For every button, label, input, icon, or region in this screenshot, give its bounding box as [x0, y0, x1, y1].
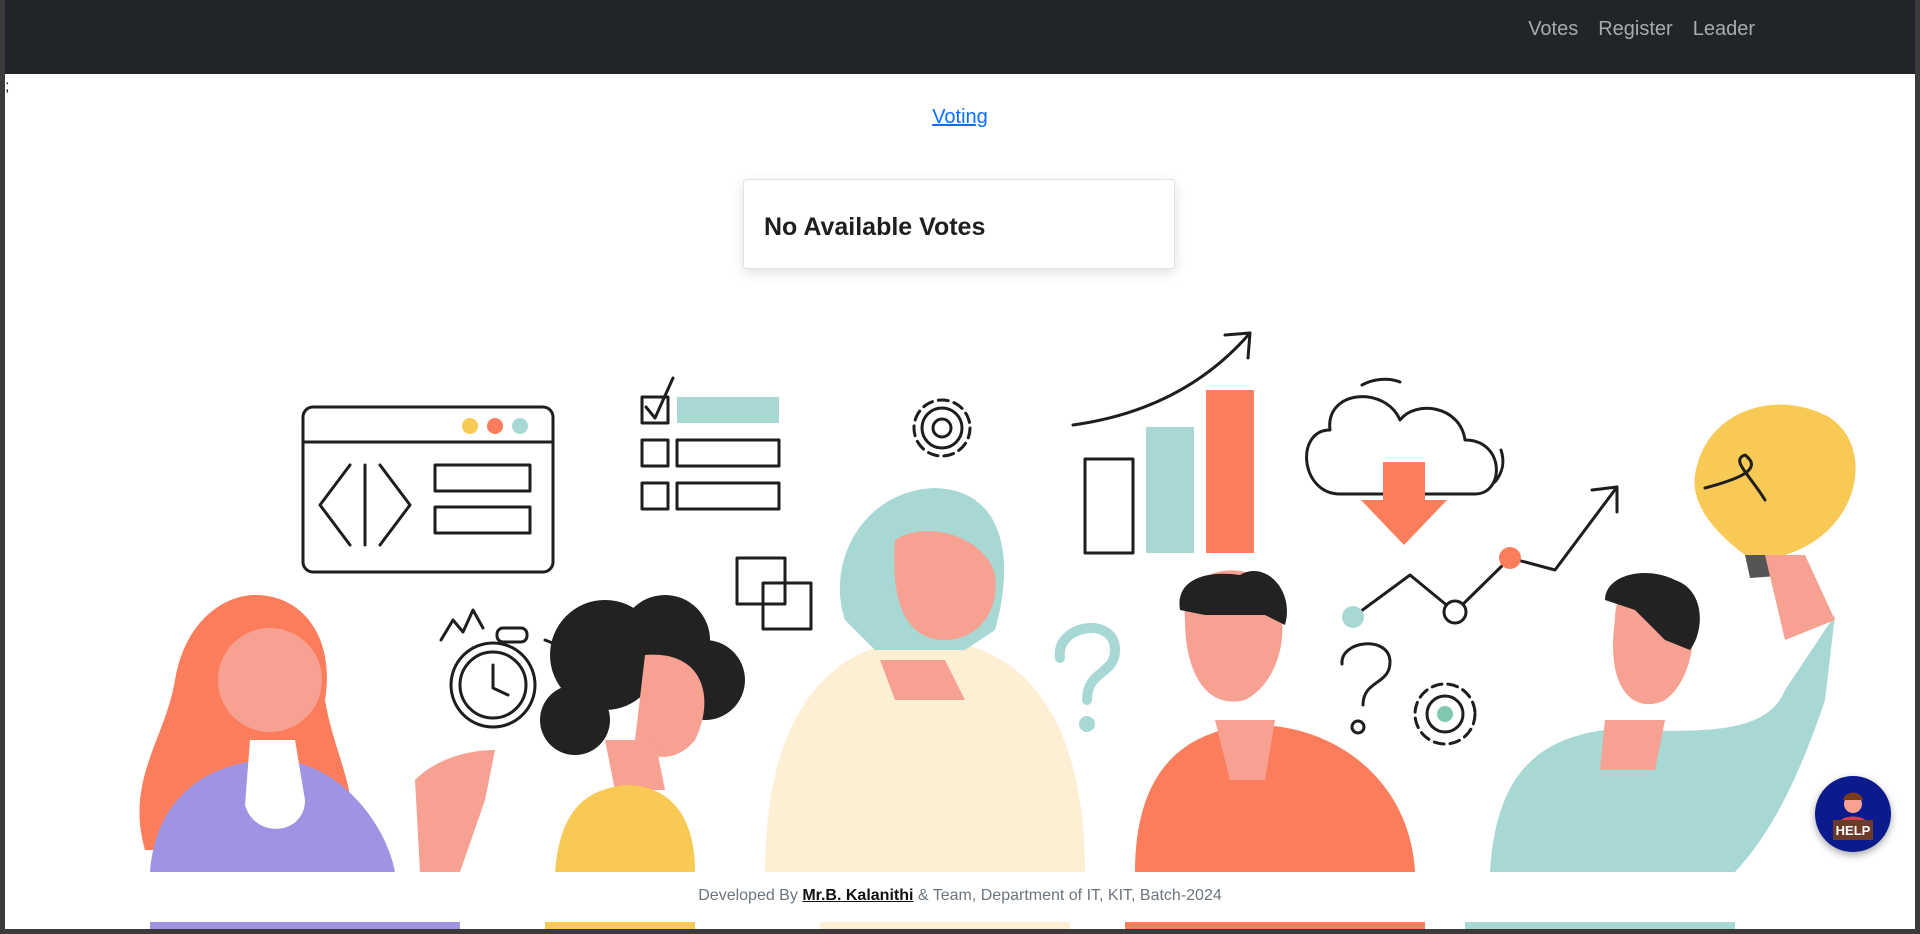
nav-link-register[interactable]: Register [1598, 16, 1672, 42]
team-illustration [5, 331, 1915, 929]
nav-link-votes[interactable]: Votes [1528, 16, 1578, 42]
gear-icon [912, 398, 972, 458]
card-title: No Available Votes [764, 213, 986, 241]
stray-text: ; [5, 78, 10, 95]
help-icon [1833, 792, 1873, 840]
help-button[interactable]: HELP [1815, 776, 1891, 852]
checklist-icon [640, 376, 781, 511]
no-votes-card: No Available Votes [743, 179, 1175, 269]
nav-link-leader[interactable]: Leader [1693, 16, 1755, 42]
bar-chart-icon [1071, 331, 1254, 555]
page: Votes Register Leader ; Voting No Availa… [5, 0, 1915, 929]
bottom-strip [150, 922, 1735, 929]
footer: Developed By Mr.B. Kalanithi & Team, Dep… [5, 887, 1915, 905]
cloud-download-icon [1305, 377, 1505, 545]
lightbulb-icon [1694, 404, 1856, 578]
footer-suffix: & Team, Department of IT, KIT, Batch-202… [917, 887, 1222, 904]
code-window-icon [301, 405, 555, 574]
footer-prefix: Developed By [698, 887, 798, 904]
voting-link[interactable]: Voting [5, 106, 1915, 129]
nav-links: Votes Register Leader [1528, 16, 1755, 42]
help-label: HELP [1835, 823, 1871, 838]
developer-link[interactable]: Mr.B. Kalanithi [802, 887, 913, 904]
navbar: Votes Register Leader [5, 0, 1915, 74]
